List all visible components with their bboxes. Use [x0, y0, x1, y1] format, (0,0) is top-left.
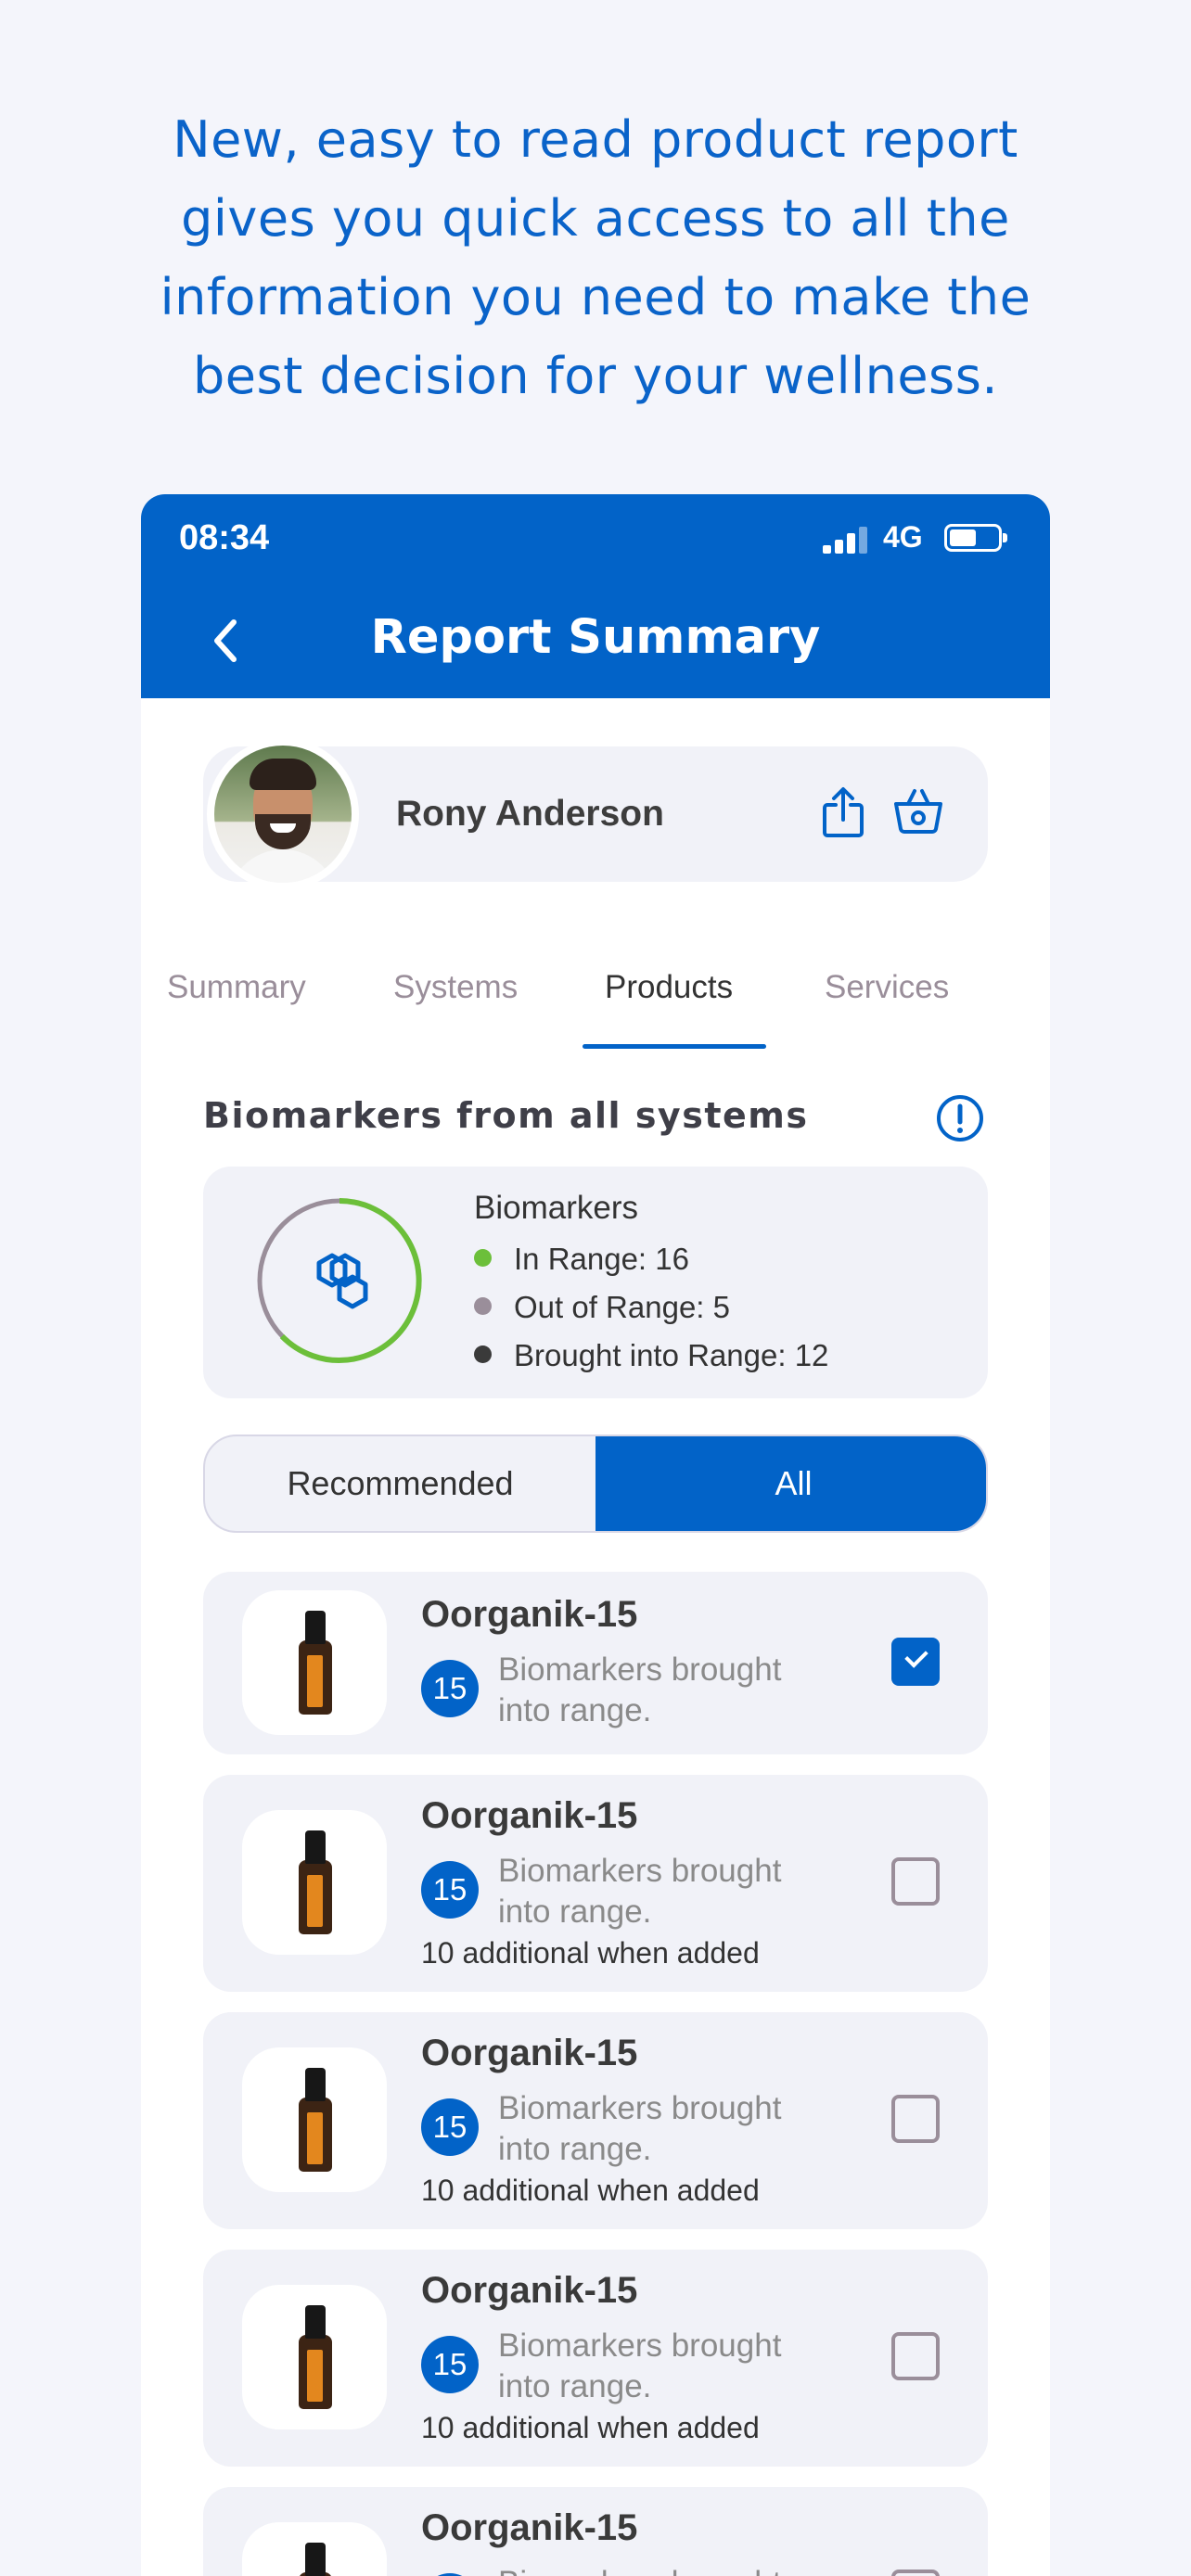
status-time: 08:34 [179, 518, 270, 557]
segment-all[interactable]: All [596, 1436, 986, 1531]
count-badge: 15 [421, 2336, 479, 2393]
product-description: Biomarkers brought into range. [498, 2327, 782, 2404]
biomarker-ring-chart [257, 1198, 422, 1363]
additional-note: 10 additional when added [421, 2411, 760, 2444]
product-description: Biomarkers brought into range. [498, 2563, 832, 2576]
filter-segmented-control: Recommended All [203, 1435, 988, 1533]
product-image [242, 1590, 387, 1735]
product-description: Biomarkers brought into range. [498, 1853, 782, 1930]
app-header: 08:34 4G Report Summary [141, 494, 1050, 698]
product-checkbox[interactable] [891, 2332, 940, 2380]
additional-note: 10 additional when added [421, 1936, 760, 1970]
biomarkers-heading: Biomarkers [474, 1190, 638, 1226]
product-card[interactable]: Oorganik-15 15 Biomarkers brought into r… [203, 1572, 988, 1754]
product-image [242, 1810, 387, 1955]
product-card[interactable]: Oorganik-15 15 Biomarkers brought into r… [203, 2012, 988, 2229]
product-card[interactable]: Oorganik-15 15 Biomarkers brought into r… [203, 2250, 988, 2467]
product-card[interactable]: Oorganik-15 15 Biomarkers brought into r… [203, 1775, 988, 1992]
phone-screen: 08:34 4G Report Summary Rony Anderson Su… [141, 494, 1050, 2576]
hexagon-icon [316, 1253, 368, 1309]
product-checkbox[interactable] [891, 2095, 940, 2143]
product-checkbox[interactable] [891, 1857, 940, 1906]
biomarker-out-of-range: Out of Range: 5 [474, 1290, 730, 1325]
product-name: Oorganik-15 [421, 1795, 638, 1836]
network-label: 4G [883, 520, 923, 554]
page-title: Report Summary [370, 610, 821, 665]
product-description: Biomarkers brought into range. [498, 1651, 782, 1728]
in-range-dot [474, 1249, 492, 1267]
bottle-icon [299, 1830, 332, 1934]
count-badge: 15 [421, 1660, 479, 1717]
product-name: Oorganik-15 [421, 2033, 638, 2073]
additional-note: 10 additional when added [421, 2174, 760, 2207]
tab-summary[interactable]: Summary [167, 969, 306, 1006]
product-name: Oorganik-15 [421, 1594, 638, 1635]
biomarker-brought-into-range: Brought into Range: 12 [474, 1338, 828, 1373]
product-checkbox[interactable] [891, 2570, 940, 2576]
product-description: Biomarkers brought into range. [498, 2090, 782, 2167]
out-of-range-dot [474, 1297, 492, 1315]
bottle-icon [299, 1611, 332, 1715]
bottle-icon [299, 2305, 332, 2409]
share-icon[interactable] [822, 786, 864, 838]
bottle-icon [299, 2543, 332, 2576]
brought-into-range-dot [474, 1345, 492, 1363]
section-title: Biomarkers from all systems [203, 1095, 809, 1136]
active-tab-indicator [583, 1044, 766, 1049]
signal-icon [823, 526, 869, 554]
bottle-icon [299, 2068, 332, 2172]
tab-products[interactable]: Products [605, 969, 733, 1006]
product-card[interactable]: Oorganik-15 15 Biomarkers brought into r… [203, 2487, 988, 2576]
biomarker-in-range: In Range: 16 [474, 1242, 689, 1277]
product-image [242, 2285, 387, 2429]
basket-icon[interactable] [892, 787, 944, 835]
profile-name: Rony Anderson [396, 794, 664, 834]
battery-icon [944, 524, 1007, 552]
info-icon[interactable] [935, 1093, 985, 1143]
product-image [242, 2047, 387, 2192]
count-badge: 15 [421, 2098, 479, 2156]
count-badge: 15 [421, 1861, 479, 1919]
tab-systems[interactable]: Systems [393, 969, 518, 1006]
product-checkbox[interactable] [891, 1638, 940, 1686]
promo-headline: New, easy to read product report gives y… [160, 110, 1031, 405]
product-name: Oorganik-15 [421, 2507, 638, 2548]
product-image [242, 2522, 387, 2576]
product-name: Oorganik-15 [421, 2270, 638, 2311]
tab-services[interactable]: Services [825, 969, 949, 1006]
segment-recommended[interactable]: Recommended [205, 1436, 596, 1531]
avatar[interactable] [207, 738, 359, 890]
